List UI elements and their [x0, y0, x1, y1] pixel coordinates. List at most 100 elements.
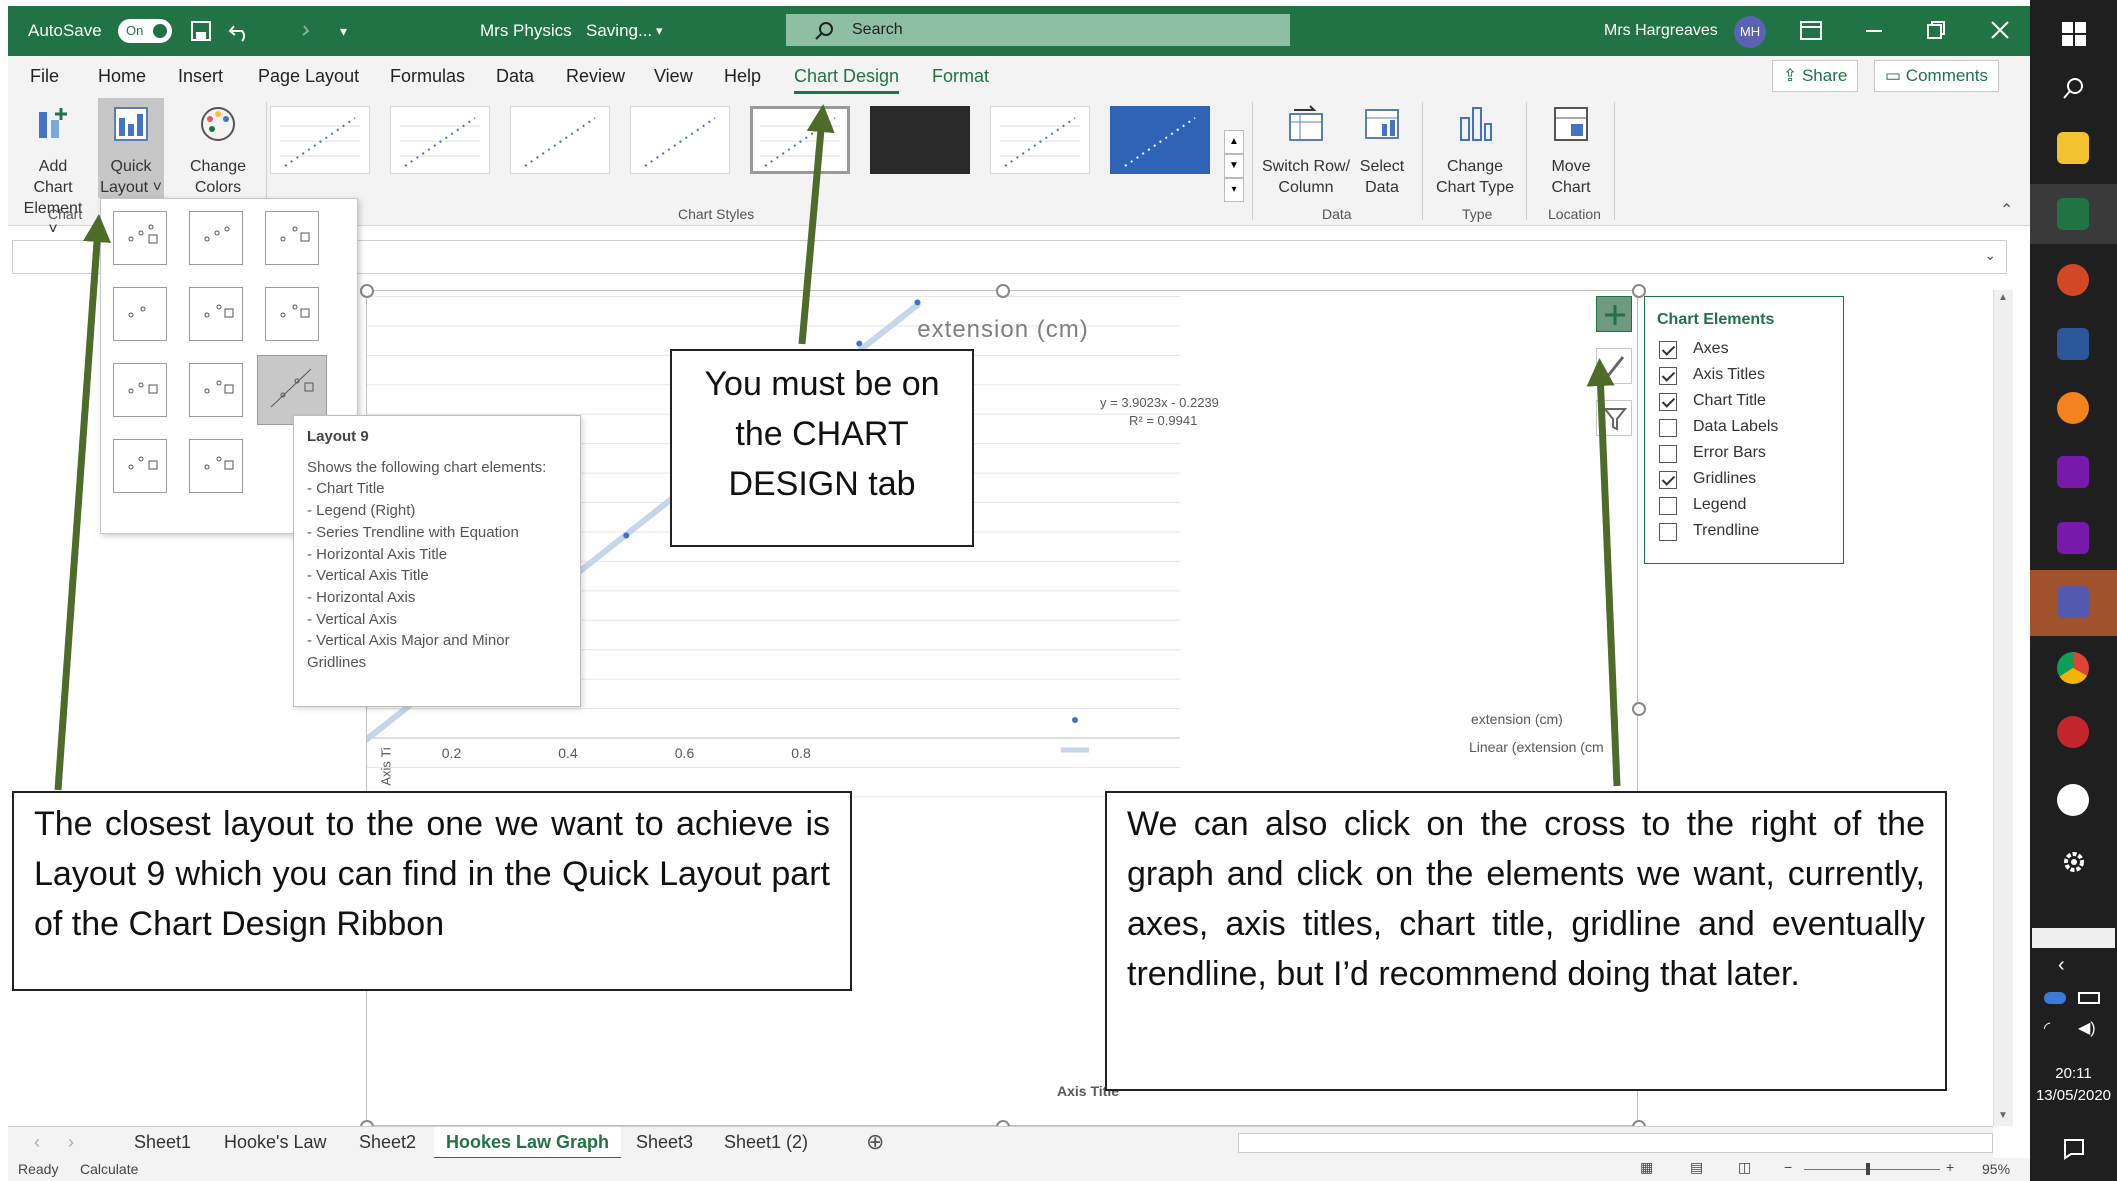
tab-insert[interactable]: Insert	[178, 56, 223, 96]
doc-menu-chevron-icon[interactable]: ▾	[656, 6, 663, 56]
trendline-r2[interactable]: R² = 0.9941	[1129, 413, 1197, 428]
excel-icon[interactable]	[2057, 198, 2089, 230]
move-chart-button[interactable]: Move Chart	[1536, 104, 1606, 198]
tab-view[interactable]: View	[654, 56, 693, 96]
select-data-button[interactable]: Select Data	[1352, 104, 1412, 198]
horizontal-scrollbar[interactable]	[1238, 1133, 1993, 1153]
styles-more-icon[interactable]: ▾	[1224, 178, 1244, 202]
zoom-out-icon[interactable]: −	[1784, 1159, 1792, 1175]
resize-handle[interactable]	[1632, 702, 1646, 716]
chart-styles-button[interactable]	[1596, 348, 1632, 384]
sheet-next-icon[interactable]: ›	[68, 1127, 74, 1157]
zoom-slider[interactable]	[1804, 1169, 1940, 1170]
sheet-tab-sheet1[interactable]: Sheet1	[134, 1127, 191, 1157]
save-icon[interactable]	[190, 20, 212, 42]
sheet-tab-sheet2[interactable]: Sheet2	[359, 1127, 416, 1157]
onedrive-icon[interactable]	[2044, 992, 2066, 1004]
search-box[interactable]: Search	[786, 14, 1290, 46]
styles-scroll-down-icon[interactable]: ▼	[1224, 154, 1244, 178]
change-chart-type-button[interactable]: Change Chart Type	[1430, 104, 1520, 198]
scroll-down-icon[interactable]: ▼	[1998, 1110, 2008, 1121]
tab-file[interactable]: File	[30, 56, 59, 96]
app-icon[interactable]	[2057, 392, 2089, 424]
chart-filters-button[interactable]	[1596, 400, 1632, 436]
chrome-icon[interactable]	[2057, 652, 2089, 684]
zoom-level[interactable]: 95%	[1982, 1161, 2010, 1177]
search-icon[interactable]	[2062, 76, 2086, 100]
ribbon-display-icon[interactable]	[1800, 21, 1822, 41]
trendline-equation[interactable]: y = 3.9023x - 0.2239	[1100, 395, 1219, 410]
restore-icon[interactable]	[1926, 20, 1946, 40]
legend-series-label[interactable]: extension (cm)	[1471, 711, 1563, 727]
checkbox[interactable]	[1659, 445, 1677, 463]
zoom-in-icon[interactable]: +	[1946, 1159, 1954, 1175]
quick-layout-button[interactable]: Quick Layout ˅	[98, 98, 164, 198]
clock-date[interactable]: 13/05/2020	[2030, 1086, 2117, 1106]
tab-home[interactable]: Home	[98, 56, 146, 96]
customize-qat-icon[interactable]: ▾	[340, 6, 347, 56]
page-break-view-icon[interactable]: ◫	[1738, 1159, 1751, 1176]
word-icon[interactable]	[2057, 328, 2089, 360]
sheet-prev-icon[interactable]: ‹	[34, 1127, 40, 1157]
scroll-up-icon[interactable]: ▲	[1998, 292, 2008, 303]
onenote-icon[interactable]	[2057, 522, 2089, 554]
legend-trend-label[interactable]: Linear (extension (cm	[1469, 739, 1604, 755]
autosave-toggle[interactable]: On	[118, 19, 172, 43]
powerpoint-icon[interactable]	[2057, 264, 2089, 296]
tab-review[interactable]: Review	[566, 56, 625, 96]
onenote-icon[interactable]	[2057, 456, 2089, 488]
comments-button[interactable]: ▭ Comments	[1874, 60, 1999, 92]
teams-icon[interactable]	[2057, 586, 2089, 618]
tab-data[interactable]: Data	[496, 56, 534, 96]
checkbox[interactable]	[1659, 419, 1677, 437]
checkbox-checked[interactable]	[1659, 471, 1677, 489]
sheet-tab-hookes-law-graph[interactable]: Hookes Law Graph	[434, 1127, 622, 1160]
volume-icon[interactable]: ◀)	[2078, 1018, 2096, 1038]
file-explorer-icon[interactable]	[2057, 132, 2089, 164]
avatar[interactable]: MH	[1734, 16, 1766, 48]
status-calculate[interactable]: Calculate	[80, 1161, 138, 1177]
taskbar-scroll[interactable]	[2032, 928, 2115, 948]
normal-view-icon[interactable]: ▦	[1640, 1159, 1653, 1176]
close-icon[interactable]	[1990, 20, 2010, 40]
minimize-icon[interactable]	[1864, 24, 1884, 38]
chevron-left-icon[interactable]: ‹	[2058, 954, 2065, 977]
tab-help[interactable]: Help	[724, 56, 761, 96]
switch-row-column-button[interactable]: Switch Row/ Column	[1258, 104, 1354, 198]
sheet-tab-sheet1-2[interactable]: Sheet1 (2)	[724, 1127, 808, 1157]
collapse-ribbon-icon[interactable]: ⌃	[2000, 200, 2013, 220]
checkbox[interactable]	[1659, 497, 1677, 515]
tab-formulas[interactable]: Formulas	[390, 56, 465, 96]
settings-icon[interactable]	[2060, 848, 2088, 876]
vertical-scrollbar[interactable]: ▲ ▼	[1993, 290, 2013, 1126]
checkbox-checked[interactable]	[1659, 393, 1677, 411]
add-sheet-icon[interactable]: ⊕	[866, 1127, 884, 1157]
share-button[interactable]: ⇪ Share	[1772, 60, 1859, 92]
tab-page-layout[interactable]: Page Layout	[258, 56, 359, 96]
app-icon[interactable]	[2057, 784, 2089, 816]
user-name[interactable]: Mrs Hargreaves	[1604, 6, 1718, 56]
windows-start-icon[interactable]	[2062, 22, 2086, 46]
chart-elements-button[interactable]	[1596, 296, 1632, 332]
zoom-slider-thumb[interactable]	[1866, 1163, 1870, 1175]
redo-icon[interactable]	[286, 20, 310, 42]
expand-formula-icon[interactable]: ⌄	[1984, 247, 1996, 264]
sheet-tab-sheet3[interactable]: Sheet3	[636, 1127, 693, 1157]
checkbox-checked[interactable]	[1659, 367, 1677, 385]
chart-title[interactable]: extension (cm)	[367, 316, 1639, 344]
sheet-tab-hookes-law[interactable]: Hooke's Law	[224, 1127, 327, 1157]
wifi-icon[interactable]: ◜	[2044, 1018, 2050, 1038]
undo-icon[interactable]	[228, 20, 252, 42]
tab-chart-design[interactable]: Chart Design	[794, 56, 900, 96]
clock-time[interactable]: 20:11	[2030, 1064, 2117, 1084]
checkbox-checked[interactable]	[1659, 341, 1677, 359]
checkbox[interactable]	[1659, 523, 1677, 541]
page-layout-view-icon[interactable]: ▤	[1690, 1159, 1703, 1176]
resize-handle[interactable]	[996, 284, 1010, 298]
notifications-icon[interactable]	[2063, 1138, 2085, 1160]
resize-handle[interactable]	[360, 284, 374, 298]
y-axis-title[interactable]: Axis Ti	[379, 747, 394, 785]
styles-scroll-up-icon[interactable]: ▲	[1224, 130, 1244, 154]
tab-format[interactable]: Format	[932, 56, 989, 96]
battery-icon[interactable]	[2078, 992, 2100, 1004]
